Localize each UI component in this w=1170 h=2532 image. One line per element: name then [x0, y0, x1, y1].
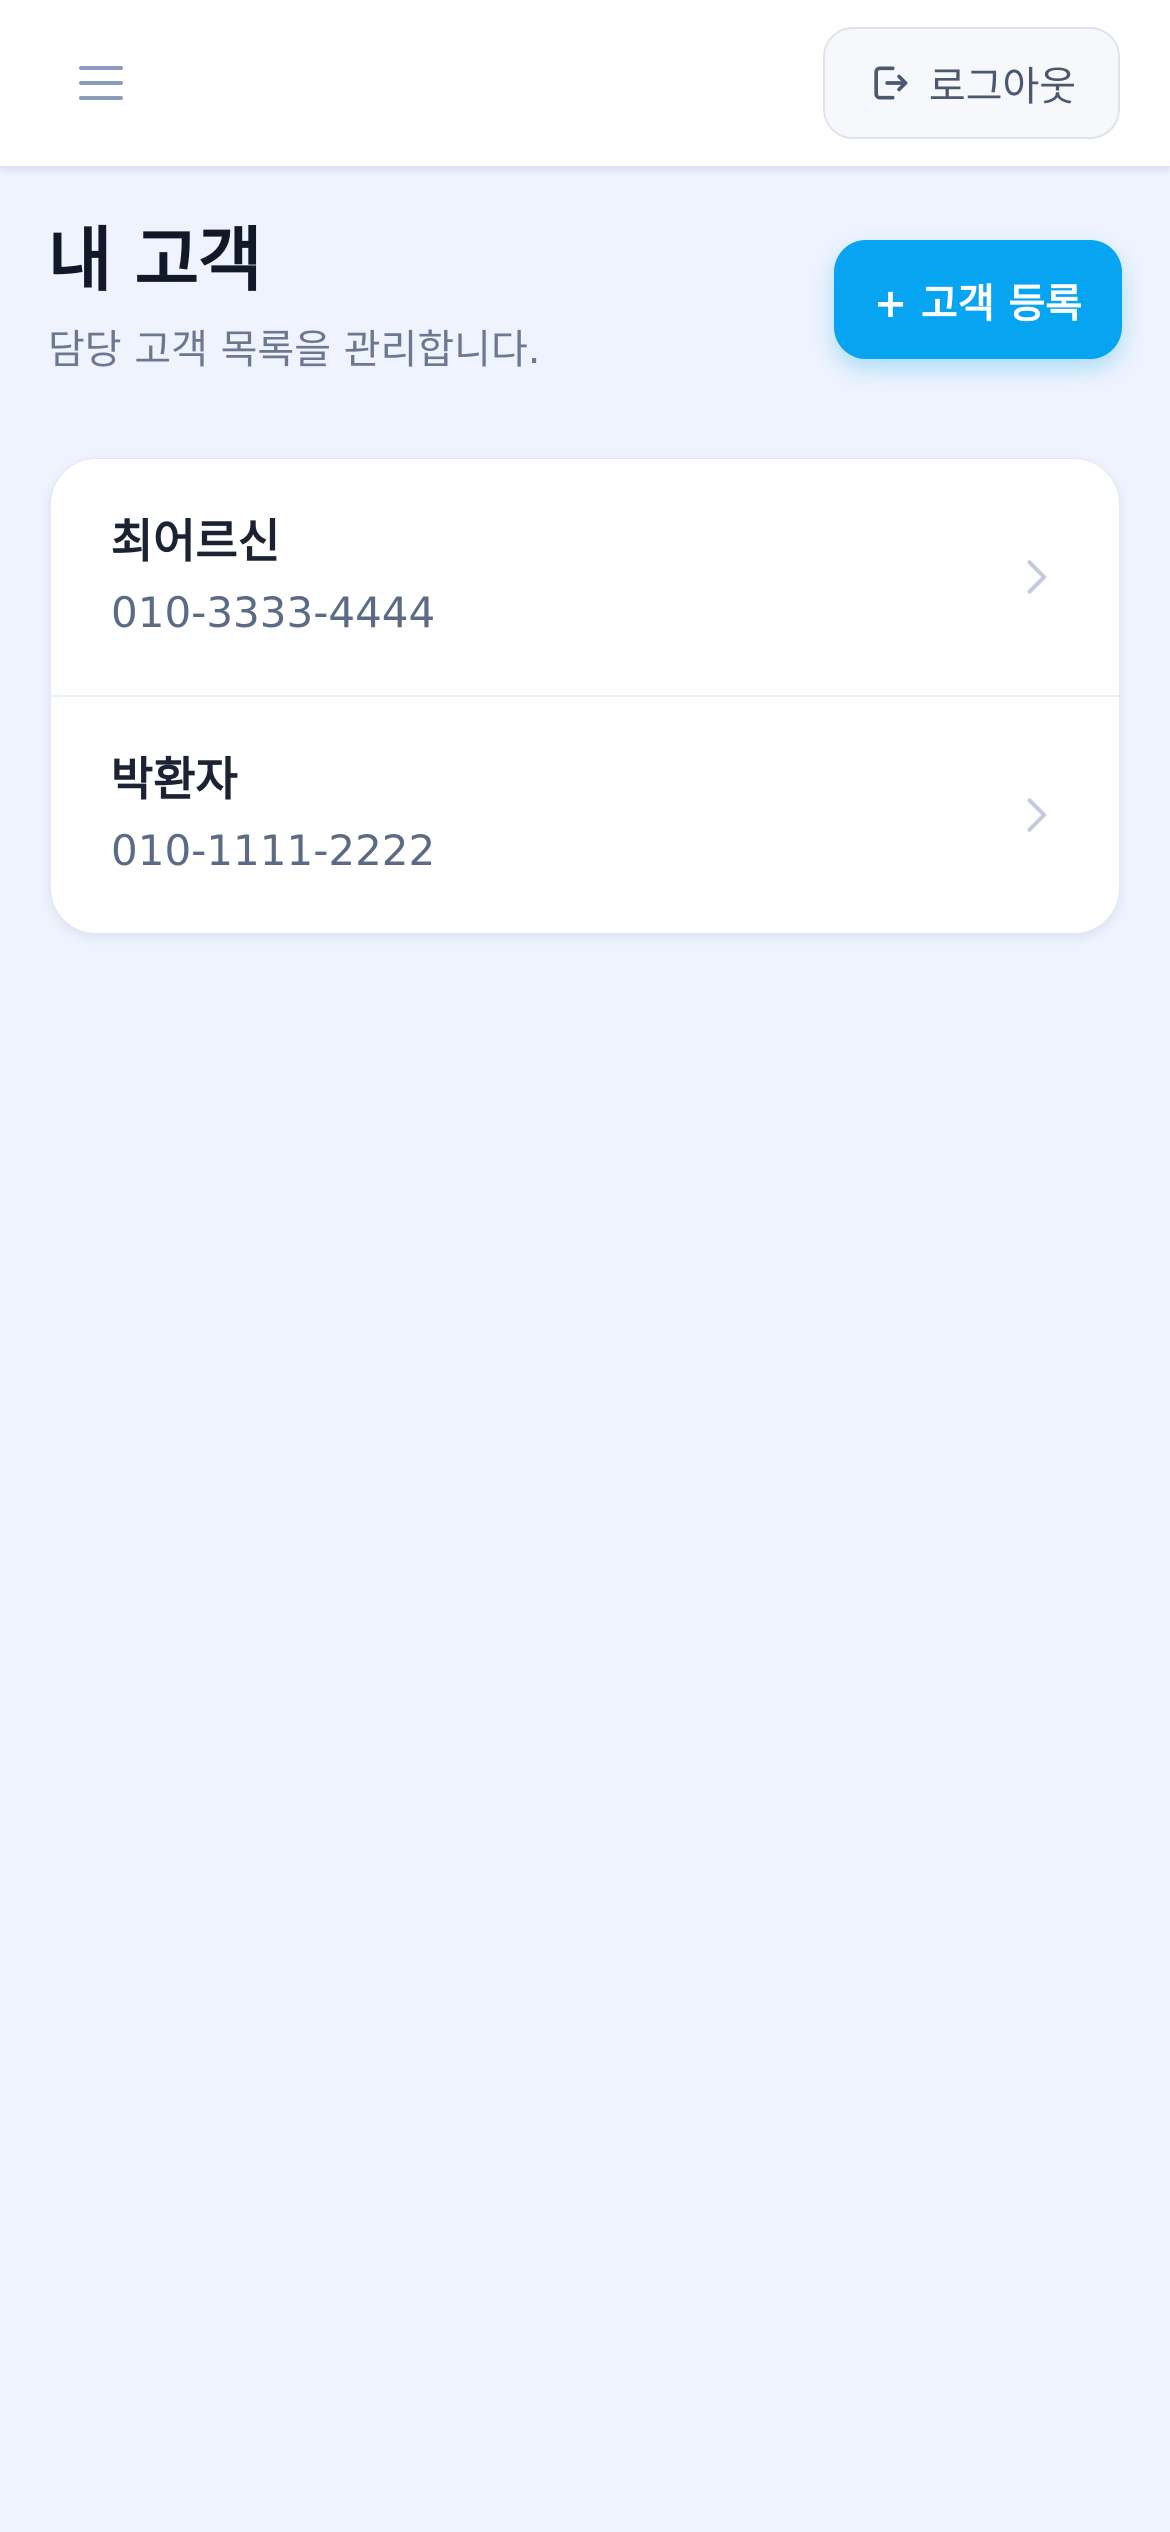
page-subtitle: 담당 고객 목록을 관리합니다. — [48, 327, 541, 373]
customer-phone: 010-3333-4444 — [111, 588, 436, 637]
chevron-right-icon — [1027, 560, 1047, 594]
logout-button[interactable]: 로그아웃 — [823, 27, 1120, 139]
logout-icon — [874, 66, 908, 100]
customer-list: 최어르신 010-3333-4444 박환자 010-1111-2222 — [50, 458, 1120, 934]
top-app-bar: 로그아웃 — [0, 0, 1170, 167]
customer-name: 최어르신 — [111, 514, 281, 568]
customer-list-item[interactable]: 최어르신 010-3333-4444 — [51, 459, 1119, 695]
customer-list-item[interactable]: 박환자 010-1111-2222 — [51, 695, 1119, 933]
add-customer-button[interactable]: + 고객 등록 — [834, 240, 1122, 359]
hamburger-menu-icon — [79, 66, 123, 100]
customer-phone: 010-1111-2222 — [111, 826, 436, 875]
customer-name: 박환자 — [111, 752, 238, 806]
logout-label: 로그아웃 — [928, 64, 1077, 110]
chevron-right-icon — [1027, 798, 1047, 832]
page-title: 내 고객 — [48, 219, 263, 301]
menu-button[interactable] — [56, 38, 146, 128]
